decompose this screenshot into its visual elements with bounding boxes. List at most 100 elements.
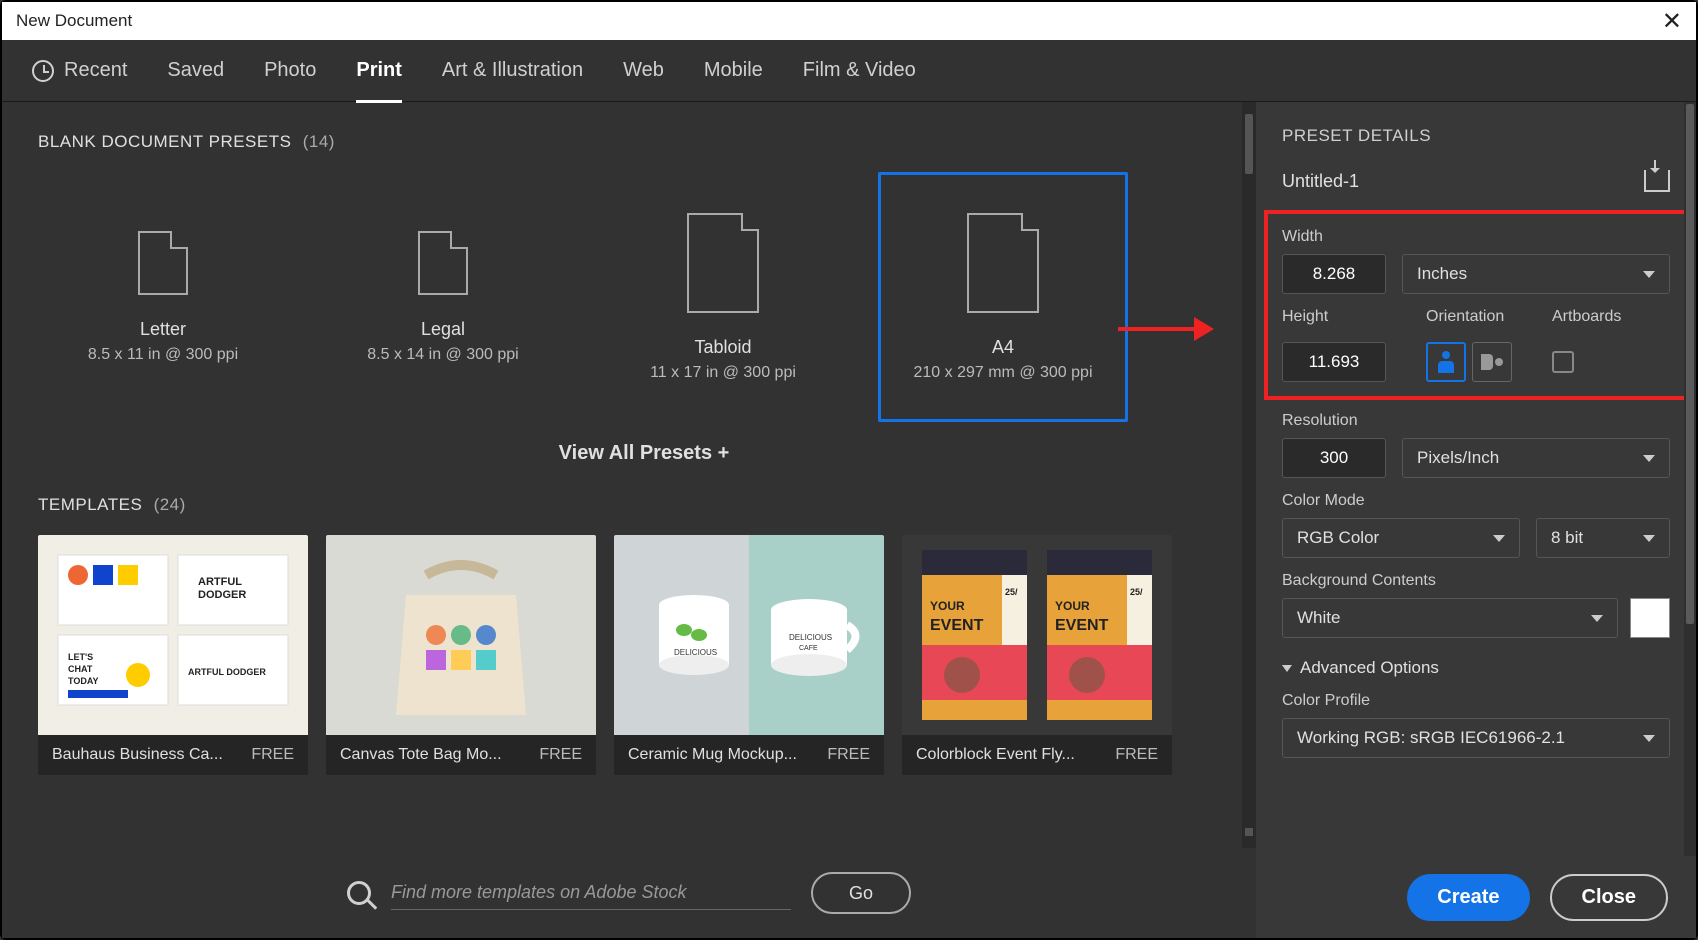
preset-name: Tabloid	[694, 337, 751, 358]
tab-web[interactable]: Web	[623, 59, 664, 82]
width-label: Width	[1282, 228, 1670, 246]
search-input[interactable]	[391, 876, 791, 910]
titlebar: New Document ✕	[2, 2, 1696, 40]
resolution-input[interactable]	[1282, 438, 1386, 478]
color-profile-value: Working RGB: sRGB IEC61966-2.1	[1297, 728, 1565, 748]
template-name: Canvas Tote Bag Mo...	[340, 746, 502, 764]
preset-tabloid[interactable]: Tabloid 11 x 17 in @ 300 ppi	[598, 172, 848, 422]
template-row: ARTFUL DODGER LET'S CHAT TODAY ARTFUL DO…	[38, 535, 1250, 775]
chevron-down-icon	[1643, 271, 1655, 278]
background-select[interactable]: White	[1282, 598, 1618, 638]
svg-text:TODAY: TODAY	[68, 676, 99, 686]
template-canvas-tote-bag[interactable]: Canvas Tote Bag Mo... FREE	[326, 535, 596, 775]
document-icon	[418, 231, 468, 295]
tab-recent[interactable]: Recent	[32, 59, 127, 82]
view-all-presets-button[interactable]: View All Presets +	[38, 442, 1250, 465]
svg-text:EVENT: EVENT	[1055, 617, 1109, 634]
preset-name: A4	[992, 337, 1014, 358]
svg-text:ARTFUL DODGER: ARTFUL DODGER	[188, 667, 266, 677]
save-preset-icon[interactable]	[1644, 170, 1670, 192]
tab-film-video[interactable]: Film & Video	[803, 59, 916, 82]
orientation-portrait-button[interactable]	[1426, 342, 1466, 382]
svg-text:25/: 25/	[1130, 587, 1143, 597]
color-profile-select[interactable]: Working RGB: sRGB IEC61966-2.1	[1282, 718, 1670, 758]
left-panel: BLANK DOCUMENT PRESETS (14) Letter 8.5 x…	[2, 102, 1256, 938]
tab-saved[interactable]: Saved	[167, 59, 224, 82]
preset-details-title: PRESET DETAILS	[1282, 126, 1670, 146]
svg-text:YOUR: YOUR	[1055, 599, 1090, 613]
bitdepth-select[interactable]: 8 bit	[1536, 518, 1670, 558]
search-bar: Go	[2, 848, 1256, 938]
preset-dimensions: 210 x 297 mm @ 300 ppi	[913, 364, 1092, 382]
chevron-down-icon	[1643, 455, 1655, 462]
preset-dimensions: 11 x 17 in @ 300 ppi	[650, 364, 796, 382]
category-tabs: Recent Saved Photo Print Art & Illustrat…	[2, 40, 1696, 102]
templates-heading-text: TEMPLATES	[38, 495, 142, 514]
background-value: White	[1297, 608, 1340, 628]
svg-text:LET'S: LET'S	[68, 652, 93, 662]
chevron-down-icon	[1493, 535, 1505, 542]
colormode-value: RGB Color	[1297, 528, 1379, 548]
orientation-landscape-button[interactable]	[1472, 342, 1512, 382]
height-input[interactable]	[1282, 342, 1386, 382]
templates-heading: TEMPLATES (24)	[38, 495, 1250, 515]
chevron-down-icon	[1643, 735, 1655, 742]
go-button[interactable]: Go	[811, 872, 911, 914]
document-name-input[interactable]: Untitled-1	[1282, 171, 1359, 192]
color-profile-label: Color Profile	[1282, 692, 1670, 710]
width-input[interactable]	[1282, 254, 1386, 294]
resolution-unit-select[interactable]: Pixels/Inch	[1402, 438, 1670, 478]
template-ceramic-mug[interactable]: DELICIOUS DELICIOUS CAFE Ceramic Mug Moc…	[614, 535, 884, 775]
preset-letter[interactable]: Letter 8.5 x 11 in @ 300 ppi	[38, 172, 288, 422]
preset-dimensions: 8.5 x 11 in @ 300 ppi	[88, 346, 238, 364]
artboards-label: Artboards	[1552, 308, 1621, 326]
colormode-label: Color Mode	[1282, 492, 1670, 510]
advanced-options-toggle[interactable]: Advanced Options	[1282, 658, 1670, 678]
template-price: FREE	[251, 746, 294, 764]
right-scrollbar[interactable]	[1684, 102, 1696, 856]
template-price: FREE	[827, 746, 870, 764]
left-scrollbar[interactable]	[1242, 102, 1256, 848]
svg-text:CHAT: CHAT	[68, 664, 93, 674]
tab-print[interactable]: Print	[356, 59, 402, 103]
preset-legal[interactable]: Legal 8.5 x 14 in @ 300 ppi	[318, 172, 568, 422]
template-thumbnail: DELICIOUS DELICIOUS CAFE	[614, 535, 884, 735]
resolution-label: Resolution	[1282, 412, 1670, 430]
preset-details-panel: PRESET DETAILS Untitled-1 Width Inches	[1256, 102, 1696, 938]
units-value: Inches	[1417, 264, 1467, 284]
clock-icon	[32, 60, 54, 82]
template-bauhaus-business-card[interactable]: ARTFUL DODGER LET'S CHAT TODAY ARTFUL DO…	[38, 535, 308, 775]
template-thumbnail: ARTFUL DODGER LET'S CHAT TODAY ARTFUL DO…	[38, 535, 308, 735]
close-icon[interactable]: ✕	[1662, 7, 1682, 36]
document-icon	[138, 231, 188, 295]
left-scroll[interactable]: BLANK DOCUMENT PRESETS (14) Letter 8.5 x…	[2, 102, 1256, 848]
tab-photo[interactable]: Photo	[264, 59, 316, 82]
preset-row: Letter 8.5 x 11 in @ 300 ppi Legal 8.5 x…	[38, 172, 1250, 422]
template-colorblock-event-flyer[interactable]: YOUR EVENT YOUR EVENT 25/	[902, 535, 1172, 775]
template-price: FREE	[539, 746, 582, 764]
create-button[interactable]: Create	[1407, 874, 1529, 921]
template-thumbnail	[326, 535, 596, 735]
template-name: Ceramic Mug Mockup...	[628, 746, 797, 764]
colormode-select[interactable]: RGB Color	[1282, 518, 1520, 558]
template-footer: Colorblock Event Fly... FREE	[902, 735, 1172, 775]
height-label: Height	[1282, 308, 1386, 326]
resolution-unit-value: Pixels/Inch	[1417, 448, 1499, 468]
templates-count: (24)	[154, 495, 186, 514]
units-select[interactable]: Inches	[1402, 254, 1670, 294]
close-button[interactable]: Close	[1550, 874, 1668, 921]
template-footer: Bauhaus Business Ca... FREE	[38, 735, 308, 775]
artboards-checkbox[interactable]	[1552, 351, 1574, 373]
right-scroll[interactable]: PRESET DETAILS Untitled-1 Width Inches	[1256, 102, 1696, 856]
orientation-label: Orientation	[1426, 308, 1512, 326]
preset-name: Letter	[140, 319, 186, 340]
preset-a4[interactable]: A4 210 x 297 mm @ 300 ppi	[878, 172, 1128, 422]
template-name: Bauhaus Business Ca...	[52, 746, 223, 764]
portrait-icon	[1436, 351, 1456, 373]
background-color-swatch[interactable]	[1630, 598, 1670, 638]
window-title: New Document	[16, 11, 132, 31]
svg-text:YOUR: YOUR	[930, 599, 965, 613]
tab-art-illustration[interactable]: Art & Illustration	[442, 59, 583, 82]
document-icon	[687, 213, 759, 313]
tab-mobile[interactable]: Mobile	[704, 59, 763, 82]
